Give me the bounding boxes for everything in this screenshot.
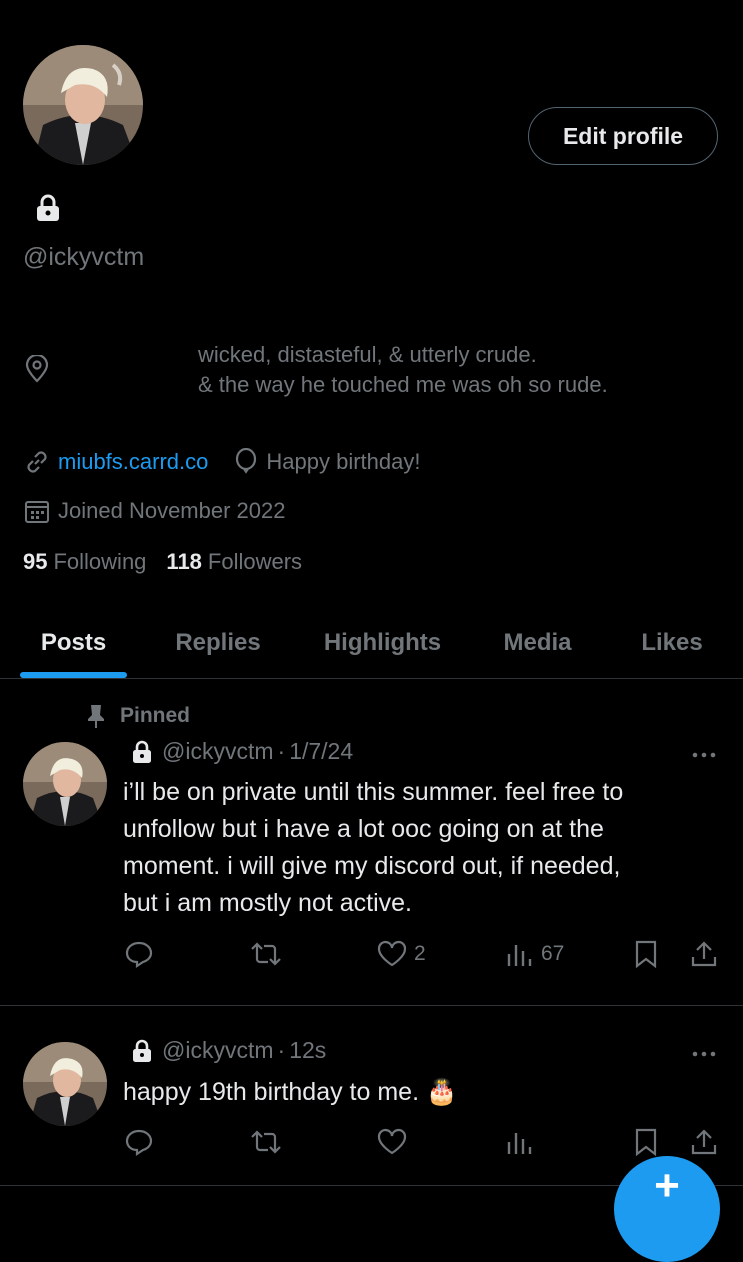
tab-likes[interactable]: Likes — [626, 608, 718, 678]
reply-icon — [124, 1127, 154, 1157]
lock-icon — [132, 740, 152, 764]
post-avatar[interactable] — [23, 742, 107, 826]
heart-icon — [376, 939, 408, 969]
post-meta: @ickyvctm · 12s — [132, 1037, 326, 1064]
following-label: Following — [53, 549, 147, 574]
share-icon — [689, 1127, 719, 1157]
bio-line: wicked, distasteful, & utterly crude. — [198, 342, 537, 367]
tab-posts[interactable]: Posts — [20, 608, 127, 678]
followers-count: 118 — [166, 549, 202, 574]
repost-button[interactable] — [248, 1122, 284, 1162]
post-actions — [0, 1122, 743, 1162]
reply-button[interactable] — [124, 1122, 154, 1162]
bio-line: & the way he touched me was oh so rude. — [198, 372, 608, 397]
compose-plus-icon: + — [654, 1161, 680, 1210]
reply-icon — [124, 939, 154, 969]
link-icon — [24, 449, 50, 475]
tab-replies[interactable]: Replies — [158, 608, 278, 678]
view-count: 67 — [541, 942, 565, 965]
more-options-icon[interactable] — [690, 1044, 720, 1064]
joined-text: Joined November 2022 — [58, 498, 286, 523]
joined-row: Joined November 2022 — [24, 495, 285, 527]
bookmark-button[interactable] — [633, 1122, 659, 1162]
post-handle[interactable]: @ickyvctm — [162, 738, 274, 765]
views-icon — [505, 939, 535, 969]
birthday-text: Happy birthday! — [266, 449, 421, 474]
tab-highlights[interactable]: Highlights — [305, 608, 460, 678]
lock-icon — [132, 1039, 152, 1063]
views-button[interactable]: 67 — [505, 934, 564, 974]
share-button[interactable] — [689, 1122, 719, 1162]
meta-separator: · — [277, 738, 286, 764]
lock-icon — [36, 194, 60, 222]
post-time[interactable]: 1/7/24 — [289, 738, 353, 765]
following-link[interactable]: 95 Following — [23, 549, 146, 575]
pinned-indicator: Pinned — [86, 701, 190, 731]
followers-label: Followers — [207, 549, 303, 574]
active-tab-indicator — [20, 672, 127, 678]
repost-button[interactable] — [248, 934, 284, 974]
post-time[interactable]: 12s — [289, 1037, 326, 1064]
like-button[interactable]: 2 — [376, 934, 426, 974]
repost-icon — [248, 939, 284, 969]
edit-profile-button[interactable]: Edit profile — [528, 107, 718, 165]
like-count: 2 — [414, 942, 426, 965]
profile-bio: wicked, distasteful, & utterly crude. & … — [198, 340, 608, 400]
follow-counts: 95 Following 118 Followers — [23, 549, 302, 575]
views-button[interactable] — [505, 1122, 535, 1162]
post-avatar[interactable] — [23, 1042, 107, 1126]
profile-handle: @ickyvctm — [23, 243, 145, 271]
bookmark-button[interactable] — [633, 934, 659, 974]
repost-icon — [248, 1127, 284, 1157]
views-icon — [505, 1127, 535, 1157]
compose-post-button[interactable]: + — [614, 1156, 720, 1262]
profile-avatar[interactable] — [23, 45, 143, 165]
reply-button[interactable] — [124, 934, 154, 974]
calendar-icon — [24, 498, 50, 524]
post-actions: 2 67 — [0, 934, 743, 974]
post-divider — [0, 1005, 743, 1006]
share-button[interactable] — [689, 934, 719, 974]
share-icon — [689, 939, 719, 969]
post-text: i’ll be on private until this summer. fe… — [123, 774, 723, 922]
pin-icon — [86, 703, 106, 729]
profile-link[interactable]: miubfs.carrd.co — [58, 449, 208, 475]
pinned-label: Pinned — [120, 704, 191, 727]
following-count: 95 — [23, 549, 48, 574]
followers-link[interactable]: 118 Followers — [166, 549, 302, 575]
post-handle[interactable]: @ickyvctm — [162, 1037, 274, 1064]
location-icon — [24, 355, 50, 383]
post-text-line: but i am mostly not active. — [123, 889, 413, 917]
bookmark-icon — [633, 1127, 659, 1157]
post-meta: @ickyvctm · 1/7/24 — [132, 738, 353, 765]
bookmark-icon — [633, 939, 659, 969]
heart-icon — [376, 1127, 408, 1157]
post-text-line: moment. i will give my discord out, if n… — [123, 852, 621, 880]
like-button[interactable] — [376, 1122, 408, 1162]
meta-separator: · — [277, 1037, 286, 1063]
balloon-icon — [234, 448, 258, 476]
post-text-line: i’ll be on private until this summer. fe… — [123, 778, 624, 806]
post-text: happy 19th birthday to me. 🎂 — [123, 1078, 458, 1106]
tab-media[interactable]: Media — [485, 608, 590, 678]
profile-tabs: Posts Replies Highlights Media Likes — [0, 608, 743, 679]
profile-meta-row: miubfs.carrd.co Happy birthday! — [24, 446, 420, 478]
more-options-icon[interactable] — [690, 745, 720, 765]
post-text-line: unfollow but i have a lot ooc going on a… — [123, 815, 604, 843]
